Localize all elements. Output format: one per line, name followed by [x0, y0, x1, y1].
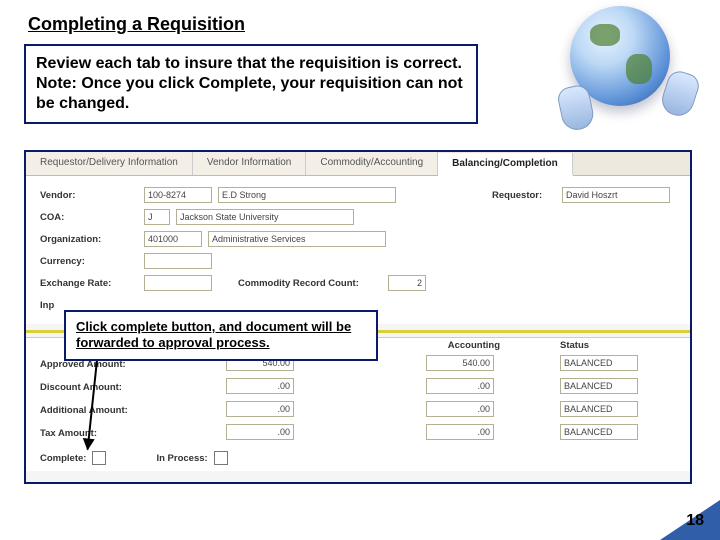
coa-name-field[interactable]: Jackson State University	[176, 209, 354, 225]
complete-checkbox[interactable]	[92, 451, 106, 465]
tab-vendor-information[interactable]: Vendor Information	[193, 152, 307, 175]
currency-label: Currency:	[40, 256, 144, 267]
form-area: Vendor: 100-8274 E.D Strong Requestor: D…	[26, 176, 690, 324]
accounting-amount: 540.00	[426, 355, 494, 371]
table-row: Additional Amount: .00 .00 BALANCED	[26, 399, 690, 422]
vendor-label: Vendor:	[40, 190, 144, 201]
commodity-amount: .00	[226, 424, 294, 440]
complete-callout: Click complete button, and document will…	[64, 310, 378, 361]
vendor-code-field[interactable]: 100-8274	[144, 187, 212, 203]
col-header-status: Status	[560, 340, 589, 351]
vendor-name-field[interactable]: E.D Strong	[218, 187, 396, 203]
input-label: Inp	[40, 300, 70, 311]
row-label: Tax Amount:	[40, 428, 160, 439]
commodity-count-label: Commodity Record Count:	[238, 278, 388, 289]
page-number: 18	[686, 512, 704, 530]
status-value: BALANCED	[560, 378, 638, 394]
commodity-amount: .00	[226, 401, 294, 417]
instruction-callout: Review each tab to insure that the requi…	[24, 44, 478, 124]
exchange-rate-field[interactable]	[144, 275, 212, 291]
exchange-rate-label: Exchange Rate:	[40, 278, 144, 289]
status-value: BALANCED	[560, 355, 638, 371]
accounting-amount: .00	[426, 424, 494, 440]
currency-field[interactable]	[144, 253, 212, 269]
status-value: BALANCED	[560, 424, 638, 440]
coa-label: COA:	[40, 212, 144, 223]
requestor-label: Requestor:	[492, 190, 562, 201]
organization-name-field[interactable]: Administrative Services	[208, 231, 386, 247]
complete-label: Complete:	[40, 453, 86, 464]
table-row: Discount Amount: .00 .00 BALANCED	[26, 376, 690, 399]
tab-bar: Requestor/Delivery Information Vendor In…	[26, 152, 690, 176]
decorative-globe-art	[530, 6, 700, 136]
organization-code-field[interactable]: 401000	[144, 231, 202, 247]
commodity-amount: .00	[226, 378, 294, 394]
slide: Completing a Requisition Review each tab…	[0, 0, 720, 540]
commodity-count-field[interactable]: 2	[388, 275, 426, 291]
status-value: BALANCED	[560, 401, 638, 417]
tab-commodity-accounting[interactable]: Commodity/Accounting	[306, 152, 438, 175]
col-header-accounting: Accounting	[360, 340, 560, 351]
tab-requestor-delivery[interactable]: Requestor/Delivery Information	[26, 152, 193, 175]
requestor-field[interactable]: David Hoszrt	[562, 187, 670, 203]
accounting-amount: .00	[426, 401, 494, 417]
accounting-amount: .00	[426, 378, 494, 394]
row-label: Approved Amount:	[40, 359, 160, 370]
row-label: Discount Amount:	[40, 382, 160, 393]
page-title: Completing a Requisition	[28, 14, 245, 35]
in-process-checkbox[interactable]	[214, 451, 228, 465]
in-process-label: In Process:	[156, 453, 207, 464]
row-label: Additional Amount:	[40, 405, 160, 416]
complete-row: Complete: In Process:	[26, 445, 690, 471]
coa-code-field[interactable]: J	[144, 209, 170, 225]
tab-balancing-completion[interactable]: Balancing/Completion	[438, 153, 573, 176]
organization-label: Organization:	[40, 234, 144, 245]
table-row: Tax Amount: .00 .00 BALANCED	[26, 422, 690, 445]
